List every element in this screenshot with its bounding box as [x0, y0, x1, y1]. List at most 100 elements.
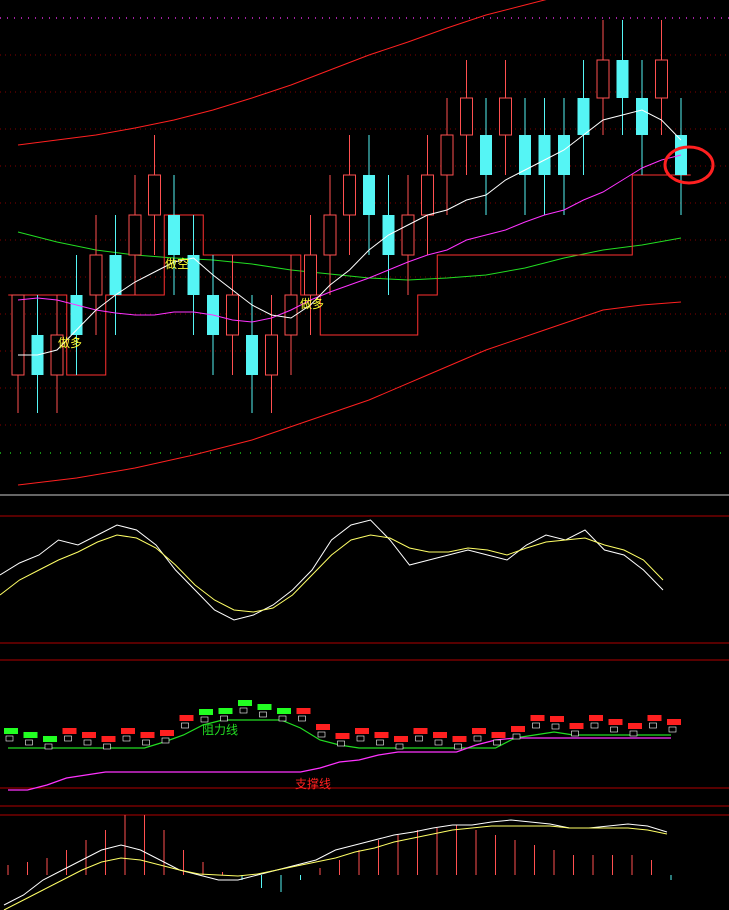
rs-block [452, 736, 467, 742]
marker-circle [663, 145, 715, 185]
candle-body [70, 295, 83, 335]
rs-marker [532, 722, 540, 729]
candle-body [128, 214, 142, 256]
rs-block [647, 715, 662, 721]
rs-block [491, 732, 506, 738]
candle-body [499, 97, 512, 136]
rs-marker [142, 739, 150, 746]
rs-marker [473, 735, 482, 742]
candle-body [616, 60, 629, 98]
rs-marker [317, 731, 326, 738]
rs-block [374, 732, 389, 738]
rs-block [4, 728, 18, 734]
rs-marker [610, 726, 618, 733]
candle-body [304, 254, 317, 296]
candle-body [655, 59, 668, 99]
rs-block [82, 732, 96, 738]
rs-marker [83, 739, 92, 746]
rs-marker [434, 739, 443, 746]
signal-annotation: 做多 [58, 335, 82, 350]
rs-marker [298, 715, 306, 722]
candle-body [168, 215, 180, 255]
rs-marker [668, 726, 677, 733]
rs-block [62, 728, 77, 734]
rs-marker [571, 730, 579, 737]
rs-marker [278, 715, 287, 722]
rs-marker [454, 743, 462, 750]
rs-marker [161, 737, 170, 744]
candle-body [226, 294, 239, 336]
rs-block [608, 719, 623, 725]
rs-block [394, 736, 408, 742]
hist-yellow-line [3, 825, 668, 910]
rs-marker [239, 707, 248, 714]
rs-block [589, 715, 603, 721]
candle-body [343, 174, 356, 216]
candle-body [636, 98, 648, 135]
rs-marker [356, 735, 365, 742]
rs-block [569, 723, 584, 729]
candle-body [421, 174, 434, 216]
candle-body [577, 98, 590, 135]
candle-body [89, 254, 103, 296]
signal-annotation: 做空 [165, 256, 189, 271]
rs-marker [220, 715, 228, 722]
candle-body [596, 59, 610, 99]
rs-block [160, 730, 174, 736]
rs-block [121, 728, 135, 734]
rs-marker [25, 739, 33, 746]
rs-block [43, 736, 57, 742]
candle-body [246, 335, 258, 375]
chart-root: 做多 做空 做多 阻力线 支撑线 [0, 0, 729, 910]
candle-body [519, 135, 531, 175]
rs-block [667, 719, 681, 725]
rs-block [413, 728, 428, 734]
rs-block [355, 728, 369, 734]
rs-block [199, 709, 213, 715]
rs-block [296, 708, 311, 714]
candle-body [363, 175, 375, 215]
candle-body [460, 97, 473, 136]
rs-block [218, 708, 233, 714]
rs-marker [103, 743, 111, 750]
support-label: 支撑线 [295, 776, 331, 791]
rs-marker [64, 735, 72, 742]
osc-d-line [0, 534, 664, 613]
candle-body [558, 135, 570, 175]
ma-lower-red-line [17, 301, 682, 486]
rs-marker [5, 735, 14, 742]
chart-svg: 做多 做空做多阻力线支撑线 [0, 0, 729, 910]
candle-body [538, 135, 551, 175]
rs-block [530, 715, 545, 721]
rs-marker [122, 735, 131, 742]
rs-block [140, 732, 155, 738]
rs-block [628, 723, 642, 729]
hist-white-line [3, 819, 668, 906]
rs-block [316, 724, 330, 730]
rs-block [472, 728, 486, 734]
rs-marker [590, 722, 599, 729]
rs-marker [259, 711, 267, 718]
rs-marker [493, 739, 501, 746]
candle-body [265, 334, 278, 376]
rs-block [23, 732, 38, 738]
rs-block [179, 715, 194, 721]
candle-body [480, 135, 492, 175]
candle-body [148, 174, 161, 216]
rs-block [257, 704, 272, 710]
candle-body [323, 214, 337, 256]
rs-block [511, 726, 525, 732]
rs-marker [376, 739, 384, 746]
rs-marker [181, 722, 189, 729]
rs-marker [629, 730, 638, 737]
candle-body [109, 255, 122, 295]
osc-k-line [0, 519, 664, 621]
rs-marker [649, 722, 657, 729]
candle-body [11, 294, 25, 376]
rs-block [277, 708, 291, 714]
candle-body [401, 214, 415, 256]
rs-marker [415, 735, 423, 742]
rs-block [101, 736, 116, 742]
resistance-label: 阻力线 [202, 723, 238, 737]
rs-block [550, 716, 564, 722]
